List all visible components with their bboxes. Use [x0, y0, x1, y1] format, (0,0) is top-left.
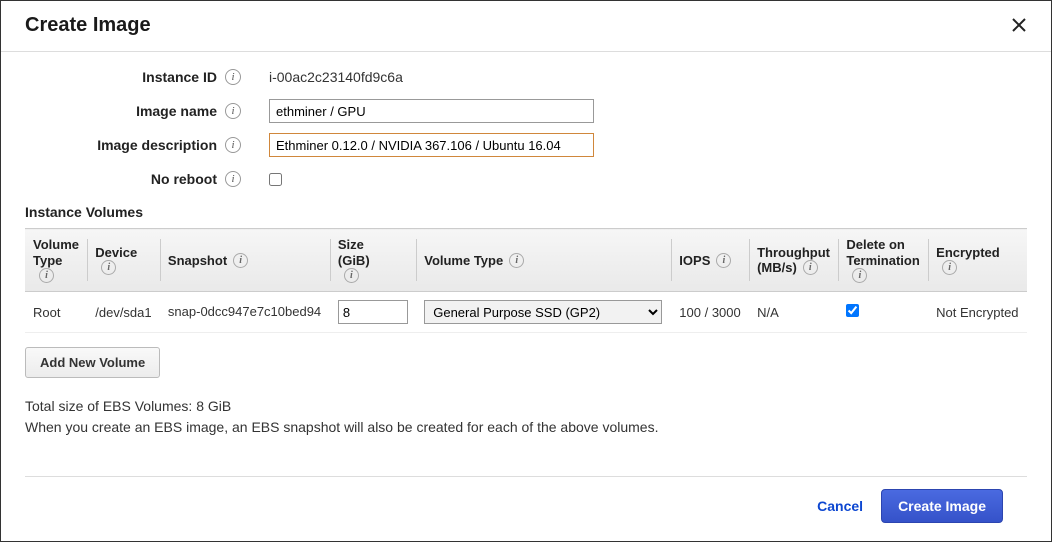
table-row: Root /dev/sda1 snap-0dcc947e7c10bed94 Ge…	[25, 292, 1027, 333]
image-description-input[interactable]	[269, 133, 594, 157]
info-icon[interactable]: i	[344, 268, 359, 283]
create-image-dialog: Create Image Instance ID i i-00ac2c23140…	[0, 0, 1052, 542]
info-icon[interactable]: i	[101, 260, 116, 275]
instance-volumes-title: Instance Volumes	[25, 204, 1027, 220]
info-icon[interactable]: i	[225, 171, 241, 187]
instance-id-value: i-00ac2c23140fd9c6a	[269, 69, 403, 85]
image-description-label: Image description	[25, 137, 225, 153]
col-volume-type: Volume Type i	[416, 229, 671, 292]
col-size: Size(GiB) i	[330, 229, 416, 292]
cell-volume-type: General Purpose SSD (GP2)	[416, 292, 671, 333]
dialog-title: Create Image	[25, 14, 151, 37]
cell-device: /dev/sda1	[87, 292, 160, 333]
row-no-reboot: No reboot i	[25, 166, 1027, 192]
no-reboot-label: No reboot	[25, 171, 225, 187]
col-delete-on-term: Delete onTermination i	[838, 229, 928, 292]
col-volume-kind: VolumeType i	[25, 229, 87, 292]
col-encrypted: Encrypted i	[928, 229, 1027, 292]
row-image-description: Image description i	[25, 132, 1027, 158]
summary-text: Total size of EBS Volumes: 8 GiB When yo…	[25, 396, 1027, 438]
image-name-label: Image name	[25, 103, 225, 119]
create-image-button[interactable]: Create Image	[881, 489, 1003, 523]
volume-type-select[interactable]: General Purpose SSD (GP2)	[424, 300, 662, 324]
size-input[interactable]	[338, 300, 408, 324]
info-icon[interactable]: i	[716, 253, 731, 268]
cell-snapshot: snap-0dcc947e7c10bed94	[160, 292, 330, 333]
summary-line1: Total size of EBS Volumes: 8 GiB	[25, 396, 1027, 417]
cell-delete-on-term	[838, 292, 928, 333]
col-iops: IOPS i	[671, 229, 749, 292]
cell-kind: Root	[25, 292, 87, 333]
volumes-table: VolumeType i Device i Snapshot i	[25, 228, 1027, 333]
info-icon[interactable]: i	[852, 268, 867, 283]
cell-size	[330, 292, 416, 333]
dialog-body: Instance ID i i-00ac2c23140fd9c6a Image …	[1, 52, 1051, 476]
table-header-row: VolumeType i Device i Snapshot i	[25, 229, 1027, 292]
dialog-header: Create Image	[1, 1, 1051, 52]
row-instance-id: Instance ID i i-00ac2c23140fd9c6a	[25, 64, 1027, 90]
col-device: Device i	[87, 229, 160, 292]
info-icon[interactable]: i	[225, 103, 241, 119]
info-icon[interactable]: i	[942, 260, 957, 275]
cell-iops: 100 / 3000	[671, 292, 749, 333]
dialog-footer: Cancel Create Image	[25, 476, 1027, 541]
cell-throughput: N/A	[749, 292, 838, 333]
info-icon[interactable]: i	[39, 268, 54, 283]
row-image-name: Image name i	[25, 98, 1027, 124]
info-icon[interactable]: i	[803, 260, 818, 275]
info-icon[interactable]: i	[509, 253, 524, 268]
info-icon[interactable]: i	[225, 137, 241, 153]
instance-id-label: Instance ID	[25, 69, 225, 85]
col-snapshot: Snapshot i	[160, 229, 330, 292]
image-name-input[interactable]	[269, 99, 594, 123]
delete-on-term-checkbox[interactable]	[846, 304, 859, 317]
summary-line2: When you create an EBS image, an EBS sna…	[25, 417, 1027, 438]
close-icon[interactable]	[1007, 13, 1031, 37]
add-new-volume-button[interactable]: Add New Volume	[25, 347, 160, 378]
info-icon[interactable]: i	[233, 253, 248, 268]
cancel-button[interactable]: Cancel	[817, 498, 863, 514]
cell-encrypted: Not Encrypted	[928, 292, 1027, 333]
col-throughput: Throughput (MB/s)i	[749, 229, 838, 292]
no-reboot-checkbox[interactable]	[269, 173, 282, 186]
info-icon[interactable]: i	[225, 69, 241, 85]
